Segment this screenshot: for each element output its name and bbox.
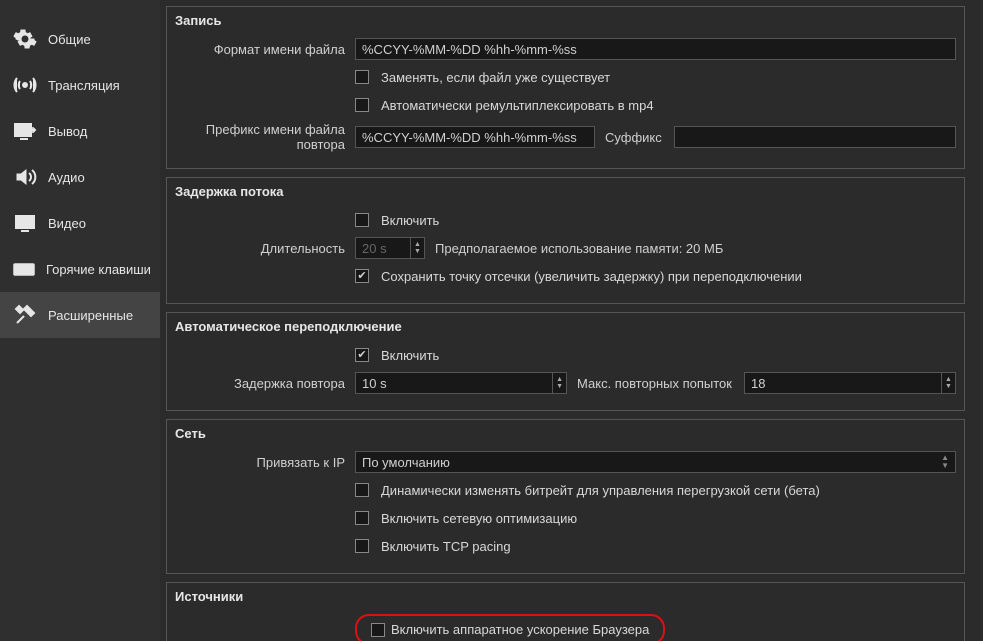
section-auto-reconnect: Автоматическое переподключение Включить … (166, 312, 965, 411)
net-opt-checkbox[interactable] (355, 511, 369, 525)
preserve-cutoff-checkbox[interactable] (355, 269, 369, 283)
retry-delay-label: Задержка повтора (175, 376, 355, 391)
bind-ip-value: По умолчанию (362, 455, 941, 470)
tcp-pacing-label[interactable]: Включить TCP pacing (381, 539, 511, 554)
preserve-cutoff-label[interactable]: Сохранить точку отсечки (увеличить задер… (381, 269, 802, 284)
remux-label[interactable]: Автоматически ремультиплексировать в mp4 (381, 98, 654, 113)
sidebar-item-output[interactable]: Вывод (0, 108, 160, 154)
filename-format-label: Формат имени файла (175, 42, 355, 57)
tcp-pacing-checkbox[interactable] (355, 539, 369, 553)
spin-arrows-icon[interactable]: ▲▼ (411, 237, 425, 259)
video-icon (12, 210, 38, 236)
sidebar: Общие Трансляция Вывод Аудио Видео Горяч… (0, 0, 160, 641)
net-opt-label[interactable]: Включить сетевую оптимизацию (381, 511, 577, 526)
gear-icon (12, 26, 38, 52)
sidebar-item-label: Трансляция (48, 78, 120, 93)
audio-icon (12, 164, 38, 190)
spin-arrows-icon[interactable]: ▲▼ (553, 372, 567, 394)
memory-estimate: Предполагаемое использование памяти: 20 … (431, 241, 729, 256)
section-title: Сеть (175, 426, 956, 441)
sidebar-item-audio[interactable]: Аудио (0, 154, 160, 200)
replay-suffix-input[interactable] (674, 126, 956, 148)
sidebar-item-label: Общие (48, 32, 91, 47)
replay-prefix-input[interactable] (355, 126, 595, 148)
sidebar-item-hotkeys[interactable]: Горячие клавиши (0, 246, 160, 292)
section-stream-delay: Задержка потока Включить Длительность ▲▼… (166, 177, 965, 304)
bind-ip-label: Привязать к IP (175, 455, 355, 470)
sidebar-item-advanced[interactable]: Расширенные (0, 292, 160, 338)
duration-spin (355, 237, 411, 259)
suffix-label: Суффикс (601, 130, 668, 145)
sidebar-item-video[interactable]: Видео (0, 200, 160, 246)
reconnect-enable-label[interactable]: Включить (381, 348, 439, 363)
max-retries-label: Макс. повторных попыток (573, 376, 738, 391)
browser-hw-accel-label[interactable]: Включить аппаратное ускорение Браузера (391, 622, 649, 637)
settings-panel: Запись Формат имени файла Заменять, если… (160, 0, 983, 641)
section-title: Задержка потока (175, 184, 956, 199)
overwrite-checkbox[interactable] (355, 70, 369, 84)
replay-prefix-label: Префикс имени файла повтора (175, 122, 355, 152)
sidebar-item-label: Видео (48, 216, 86, 231)
sidebar-item-stream[interactable]: Трансляция (0, 62, 160, 108)
tools-icon (12, 302, 38, 328)
reconnect-enable-checkbox[interactable] (355, 348, 369, 362)
chevron-updown-icon: ▲▼ (941, 454, 949, 470)
remux-checkbox[interactable] (355, 98, 369, 112)
highlight-annotation: Включить аппаратное ускорение Браузера (355, 614, 665, 641)
sidebar-item-label: Расширенные (48, 308, 133, 323)
browser-hw-accel-checkbox[interactable] (371, 623, 385, 637)
sidebar-item-label: Вывод (48, 124, 87, 139)
delay-enable-checkbox[interactable] (355, 213, 369, 227)
sidebar-item-label: Горячие клавиши (46, 262, 151, 277)
keyboard-icon (12, 256, 36, 282)
section-network: Сеть Привязать к IP По умолчанию ▲▼ Дина… (166, 419, 965, 574)
section-sources: Источники Включить аппаратное ускорение … (166, 582, 965, 641)
section-title: Автоматическое переподключение (175, 319, 956, 334)
section-title: Источники (175, 589, 956, 604)
retry-delay-spin[interactable] (355, 372, 553, 394)
section-recording: Запись Формат имени файла Заменять, если… (166, 6, 965, 169)
max-retries-spin[interactable] (744, 372, 942, 394)
output-icon (12, 118, 38, 144)
spin-arrows-icon[interactable]: ▲▼ (942, 372, 956, 394)
overwrite-label[interactable]: Заменять, если файл уже существует (381, 70, 610, 85)
broadcast-icon (12, 72, 38, 98)
sidebar-item-label: Аудио (48, 170, 85, 185)
bind-ip-select[interactable]: По умолчанию ▲▼ (355, 451, 956, 473)
section-title: Запись (175, 13, 956, 28)
delay-enable-label[interactable]: Включить (381, 213, 439, 228)
duration-label: Длительность (175, 241, 355, 256)
dyn-bitrate-checkbox[interactable] (355, 483, 369, 497)
filename-format-input[interactable] (355, 38, 956, 60)
dyn-bitrate-label[interactable]: Динамически изменять битрейт для управле… (381, 483, 820, 498)
sidebar-item-general[interactable]: Общие (0, 16, 160, 62)
